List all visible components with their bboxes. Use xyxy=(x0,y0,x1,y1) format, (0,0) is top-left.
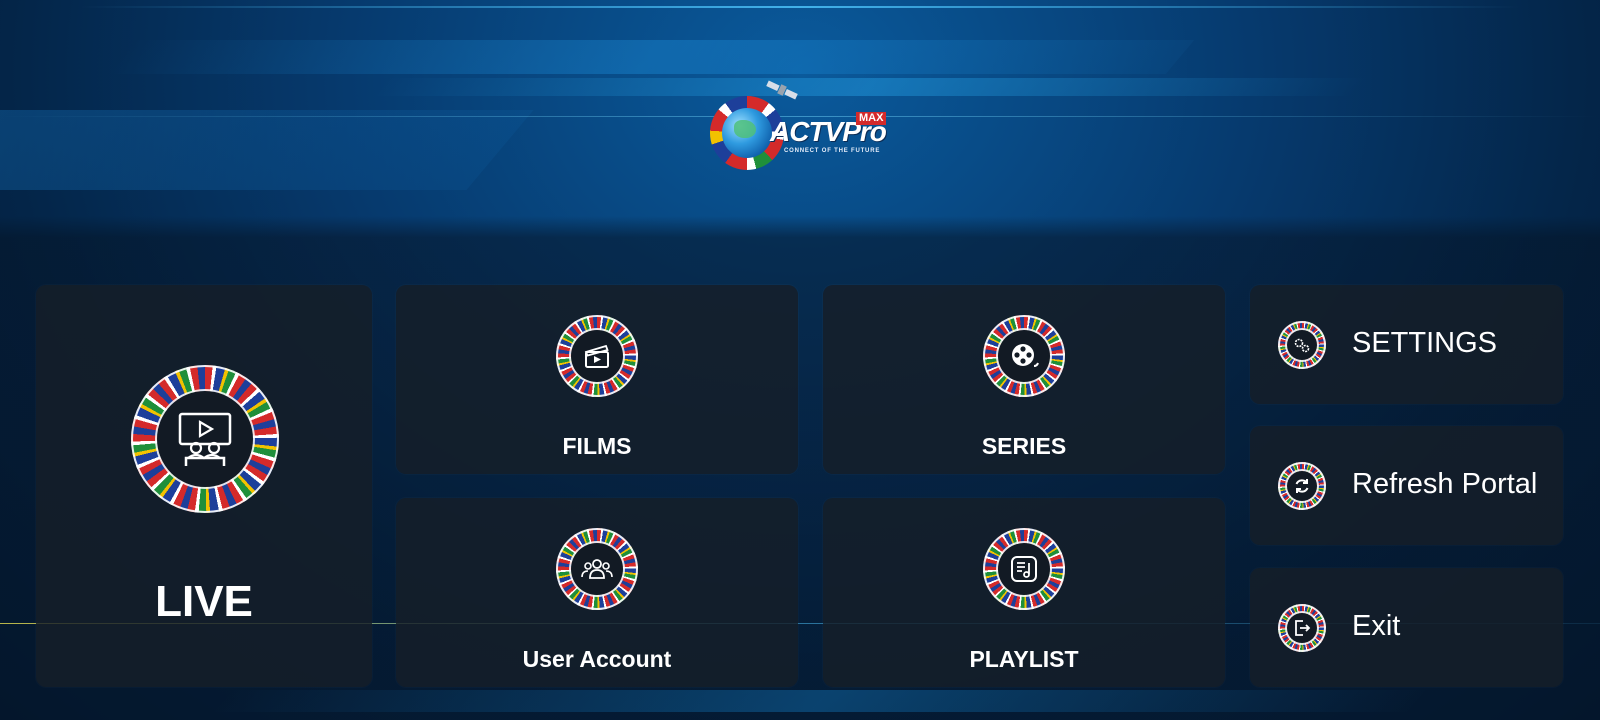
flag-ring-graphic xyxy=(1278,462,1326,510)
clapperboard-icon xyxy=(571,330,623,382)
film-reel-icon xyxy=(998,330,1050,382)
background-stripe xyxy=(210,690,1430,712)
flag-ring-graphic xyxy=(1278,321,1326,369)
refresh-portal-button[interactable]: Refresh Portal xyxy=(1250,426,1563,545)
flag-ring-graphic xyxy=(131,365,279,513)
flag-ring-graphic xyxy=(1278,604,1326,652)
refresh-icon xyxy=(1287,471,1317,501)
tile-label: PLAYLIST xyxy=(969,646,1079,672)
live-tv-icon xyxy=(157,391,253,487)
app-logo: ACTVPro MAX CONNECT OF THE FUTURE xyxy=(708,80,898,174)
users-icon xyxy=(571,543,623,595)
tile-label: SERIES xyxy=(981,433,1067,459)
user-account-tile[interactable]: User Account xyxy=(396,498,798,687)
exit-button[interactable]: Exit xyxy=(1250,568,1563,687)
flag-ring-graphic xyxy=(556,528,638,610)
background-stripe xyxy=(105,40,1195,74)
flag-ring-graphic xyxy=(556,315,638,397)
tile-label: User Account xyxy=(522,646,672,672)
flag-ring-graphic xyxy=(983,528,1065,610)
gears-icon xyxy=(1287,330,1317,360)
tile-label: LIVE xyxy=(155,577,253,626)
settings-button[interactable]: SETTINGS xyxy=(1250,285,1563,404)
satellite-icon xyxy=(765,78,799,102)
live-tile[interactable]: LIVE xyxy=(36,285,372,687)
side-menu-label: SETTINGS xyxy=(1352,327,1498,359)
series-tile[interactable]: SERIES xyxy=(823,285,1225,474)
logo-tagline: CONNECT OF THE FUTURE xyxy=(784,148,881,154)
playlist-tile[interactable]: PLAYLIST xyxy=(823,498,1225,687)
light-streak xyxy=(80,6,1520,8)
flag-ring-graphic xyxy=(983,315,1065,397)
tile-label: FILMS xyxy=(562,433,632,459)
logo-badge: MAX xyxy=(856,112,887,125)
side-menu-label: Exit xyxy=(1352,610,1401,642)
globe-icon xyxy=(722,108,772,158)
films-tile[interactable]: FILMS xyxy=(396,285,798,474)
exit-icon xyxy=(1287,613,1317,643)
background-stripe xyxy=(0,110,534,190)
side-menu-label: Refresh Portal xyxy=(1352,468,1538,500)
playlist-icon xyxy=(998,543,1050,595)
